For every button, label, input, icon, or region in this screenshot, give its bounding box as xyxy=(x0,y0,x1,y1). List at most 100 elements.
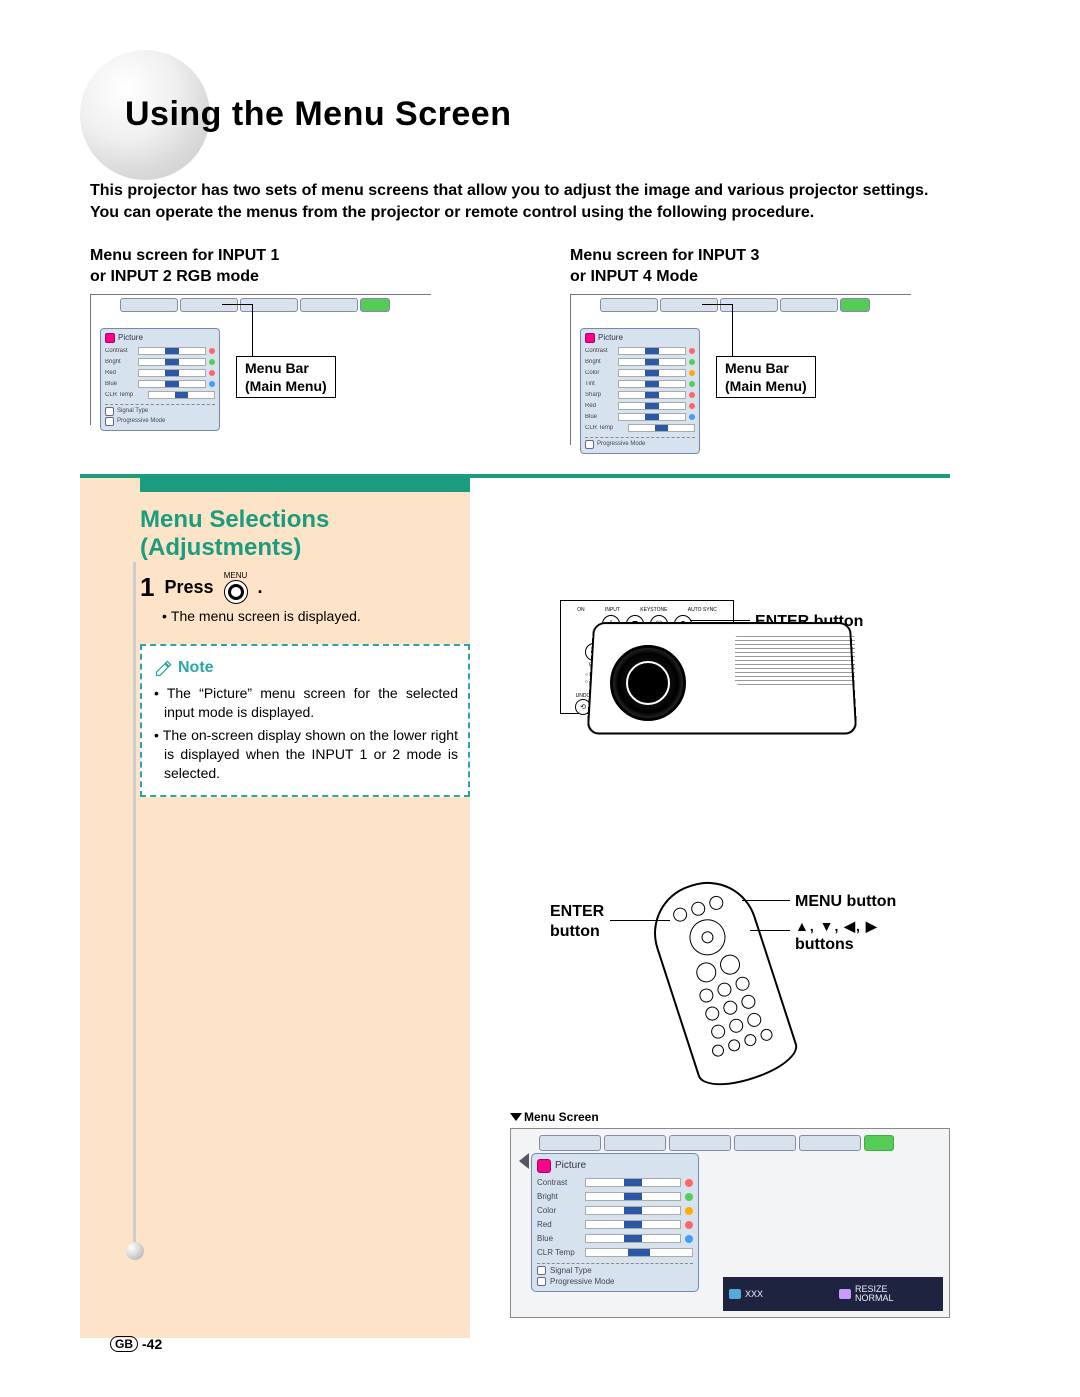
step-dot: . xyxy=(258,577,263,598)
rm-btn xyxy=(758,1027,773,1042)
row-label: Sharp xyxy=(585,392,615,398)
remote-illustration xyxy=(641,869,803,1095)
label-buttons: buttons xyxy=(795,935,878,955)
dot-icon xyxy=(209,359,215,365)
menu-tabs-2 xyxy=(600,298,870,312)
page-title-block: Using the Menu Screen xyxy=(90,60,1010,170)
step-desc-text: The menu screen is displayed. xyxy=(171,608,361,624)
row-label: Contrast xyxy=(105,348,135,354)
row-label: Red xyxy=(537,1220,581,1229)
panel-icon xyxy=(585,333,595,343)
rm-btn xyxy=(740,993,758,1011)
callout-menu-bar-1: Menu Bar (Main Menu) xyxy=(236,356,336,398)
dot-icon xyxy=(689,403,695,409)
big-menu-tabs xyxy=(539,1135,894,1151)
foot-label: Signal Type xyxy=(117,408,148,414)
row-label: CLR Temp xyxy=(585,425,625,431)
status-icon xyxy=(729,1289,741,1299)
label-enter-l2: button xyxy=(550,922,604,942)
icon-caption: MENU xyxy=(224,571,248,580)
step-1: 1 Press MENU . xyxy=(140,571,470,604)
status-icon xyxy=(839,1289,851,1299)
menu-tab xyxy=(300,298,358,312)
menu-tab-status xyxy=(360,298,390,312)
gb-badge: GB xyxy=(110,1336,138,1352)
row-label: Blue xyxy=(585,414,615,420)
page-number: -42 xyxy=(142,1336,162,1352)
rm-enter-button xyxy=(693,960,718,985)
menu-shot-2: Picture Contrast Bright Color Tint Sharp… xyxy=(570,294,1010,454)
big-tab xyxy=(604,1135,666,1151)
label-remote-arrows: ▲, ▼, ◀, ▶ buttons xyxy=(795,918,878,956)
rm-btn xyxy=(727,1017,745,1035)
big-tab xyxy=(734,1135,796,1151)
row-label: Red xyxy=(105,370,135,376)
section-rail-end-icon xyxy=(126,1242,144,1260)
menu-tab xyxy=(240,298,298,312)
panel-icon xyxy=(105,333,115,343)
dot-icon xyxy=(209,370,215,376)
menu-button-icon: MENU xyxy=(224,571,248,604)
big-panel: Picture Contrast Bright Color Red Blue C… xyxy=(519,1153,699,1292)
dot-icon xyxy=(689,359,695,365)
row-label: Red xyxy=(585,403,615,409)
callout-menu-bar-2: Menu Bar (Main Menu) xyxy=(716,356,816,398)
lead-line xyxy=(750,930,790,931)
dot-icon xyxy=(685,1221,693,1229)
panel-title: Picture xyxy=(598,333,623,342)
caption-input-1-2: Menu screen for INPUT 1 or INPUT 2 RGB m… xyxy=(90,245,530,288)
rm-btn xyxy=(671,906,689,924)
rm-btn xyxy=(689,900,707,918)
label-enter-l1: ENTER xyxy=(550,902,604,922)
row-label: Color xyxy=(585,370,615,376)
dot-icon xyxy=(685,1207,693,1215)
callout-l2: (Main Menu) xyxy=(725,378,807,394)
row-label: Tint xyxy=(585,381,615,387)
rm-btn xyxy=(698,987,716,1005)
dot-icon xyxy=(209,381,215,387)
row-label: Contrast xyxy=(585,348,615,354)
dot-icon xyxy=(685,1193,693,1201)
caption-l2: or INPUT 4 Mode xyxy=(570,268,698,285)
page-footer: GB -42 xyxy=(110,1336,162,1352)
rm-menu-button xyxy=(717,952,742,977)
row-label: Color xyxy=(537,1206,581,1215)
status-text: NORMAL xyxy=(855,1294,894,1303)
dot-icon xyxy=(689,381,695,387)
col-input-1-2: Menu screen for INPUT 1 or INPUT 2 RGB m… xyxy=(90,245,530,454)
rm-btn xyxy=(726,1038,741,1053)
lead-line xyxy=(742,900,790,901)
pencil-icon xyxy=(154,658,174,678)
big-tab xyxy=(799,1135,861,1151)
rm-btn xyxy=(703,1005,721,1023)
rm-btn xyxy=(710,1043,725,1058)
arrow-symbols: ▲, ▼, ◀, ▶ xyxy=(795,918,878,936)
cp-label-on: ON xyxy=(577,607,585,613)
callout-l1: Menu Bar xyxy=(245,360,309,376)
caption-l2: or INPUT 2 RGB mode xyxy=(90,268,259,285)
status-text: XXX xyxy=(745,1289,763,1299)
label-remote-enter: ENTER button xyxy=(550,902,604,942)
rm-btn xyxy=(709,1023,727,1041)
projector-illustration xyxy=(590,600,870,740)
caption-input-3-4: Menu screen for INPUT 3 or INPUT 4 Mode xyxy=(570,245,1010,288)
menu-panel-1: Picture Contrast Bright Red Blue CLR Tem… xyxy=(100,314,220,431)
caption-l1: Menu screen for INPUT 1 xyxy=(90,247,279,264)
menu-screen-caption: Menu Screen xyxy=(524,1110,599,1124)
menu-tabs-1 xyxy=(120,298,390,312)
row-label: Blue xyxy=(537,1234,581,1243)
menu-tab xyxy=(600,298,658,312)
intro-paragraph: This projector has two sets of menu scre… xyxy=(90,180,1010,225)
big-tab xyxy=(539,1135,601,1151)
lead-line xyxy=(610,920,670,921)
callout-l2: (Main Menu) xyxy=(245,378,327,394)
dot-icon xyxy=(685,1235,693,1243)
rm-dpad xyxy=(685,915,730,960)
rm-btn xyxy=(722,999,740,1017)
left-arrow-icon xyxy=(519,1153,529,1169)
step-1-desc: •The menu screen is displayed. xyxy=(162,608,470,624)
section-menu-selections: Menu Selections (Adjustments) 1 Press ME… xyxy=(80,474,950,1338)
menu-tab xyxy=(660,298,718,312)
menu-tab xyxy=(720,298,778,312)
dot-icon xyxy=(689,414,695,420)
